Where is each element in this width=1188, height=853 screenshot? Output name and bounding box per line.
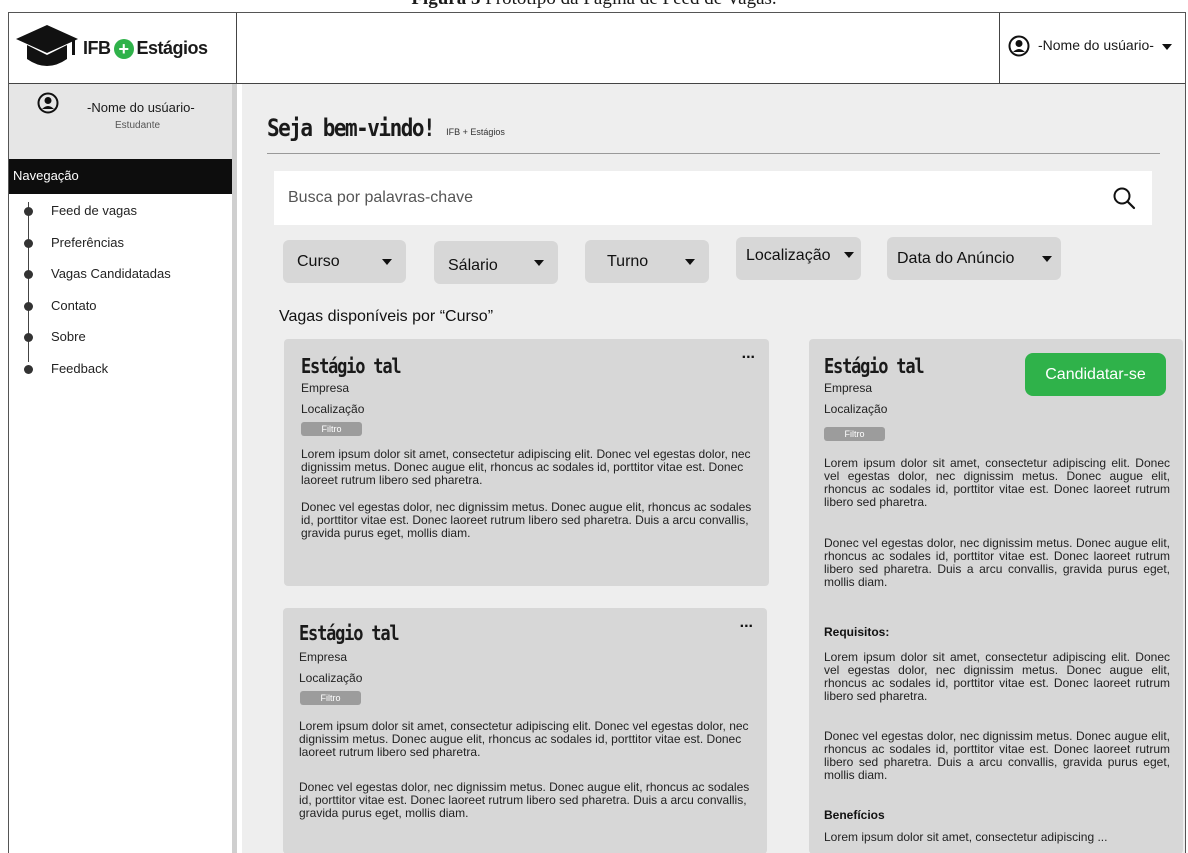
job-description: Donec vel egestas dolor, nec dignissim m… [301,500,752,540]
job-card[interactable]: ... Estágio tal Empresa Localização Filt… [284,339,769,586]
filter-salary[interactable]: Sálario [434,241,558,284]
bullet-dot [24,238,33,248]
chevron-down-icon [534,260,544,266]
divider [267,153,1160,154]
requirements-title: Requisitos: [824,625,890,639]
sidebar-item-label: Feedback [51,360,109,376]
logo[interactable]: IFB + Estágios [9,13,237,83]
job-card[interactable]: ... Estágio tal Empresa Localização Filt… [283,608,767,853]
chevron-down-icon [1042,256,1052,262]
chevron-down-icon [844,252,854,258]
job-title: Estágio tal [824,355,925,379]
sidebar-item-contact[interactable]: Contato [9,296,232,328]
page-subtitle: IFB + Estágios [446,127,505,137]
graduation-cap-icon [16,25,78,66]
requirements-text: Donec vel egestas dolor, nec dignissim m… [824,729,1170,782]
filter-label: Data do Anúncio [897,249,1015,267]
job-title: Estágio tal [301,355,402,379]
sidebar-item-about[interactable]: Sobre [9,327,232,359]
job-company: Empresa [301,381,350,395]
job-detail-card: Estágio tal Candidatar-se Empresa Locali… [809,339,1183,853]
job-location: Localização [824,402,888,416]
bullet-dot [24,207,33,216]
filter-label: Sálario [448,256,498,274]
header-user-name: -Nome do usúario- [1038,37,1154,53]
job-company: Empresa [299,650,348,664]
plus-circle-icon: + [113,38,134,59]
filter-label: Localização [746,246,831,264]
filter-chip: Filtro [301,422,362,436]
more-horizontal-icon[interactable]: ... [740,614,753,632]
list-title: Vagas disponíveis por “Curso” [279,308,494,325]
benefits-title: Benefícios [824,808,885,822]
welcome-header: Seja bem-vindo! IFB + Estágios [267,114,505,142]
logo-estagios: Estágios [136,38,209,58]
top-bar: IFB + Estágios -Nome do usúario- [9,13,1185,84]
job-description: Donec vel egestas dolor, nec dignissim m… [824,536,1170,589]
sidebar-item-label: Preferências [51,234,124,250]
requirements-text: Lorem ipsum dolor sit amet, consectetur … [824,650,1170,703]
filter-shift[interactable]: Turno [585,240,709,283]
logo-ifb: IFB [83,38,111,58]
filter-chip: Filtro [300,691,361,705]
bullet-dot [24,333,33,342]
filter-chip: Filtro [824,427,885,441]
search-icon[interactable] [1112,186,1136,210]
page-title: Seja bem-vindo! [267,114,436,142]
main-content: Seja bem-vindo! IFB + Estágios Curso Sál… [242,84,1185,853]
job-description: Donec vel egestas dolor, nec dignissim m… [299,780,750,820]
bullet-dot [24,301,33,311]
sidebar-item-applied[interactable]: Vagas Candidatadas [9,264,232,296]
job-location: Localização [301,402,365,416]
job-company: Empresa [824,381,873,395]
bullet-dot [24,364,33,374]
search-input[interactable] [288,189,1088,207]
chevron-down-icon [1161,44,1172,50]
filter-date[interactable]: Data do Anúncio [887,237,1061,280]
sidebar-item-feedback[interactable]: Feedback [9,359,232,391]
logo-text: IFB + Estágios [83,38,208,59]
job-title: Estágio tal [299,622,400,646]
caption-label: Figura 5 [411,0,480,9]
sidebar-item-label: Contato [51,297,97,313]
job-description: Lorem ipsum dolor sit amet, consectetur … [301,447,751,487]
bullet-dot [24,270,33,279]
chevron-down-icon [685,259,695,265]
nav-title: Navegação [9,159,232,194]
sidebar-item-label: Vagas Candidatadas [51,266,171,281]
nav-list: Feed de vagas Preferências Vagas Candida… [9,194,232,390]
chevron-down-icon [382,259,392,265]
user-circle-icon [37,92,59,114]
sidebar-user: -Nome do usúario- Estudante [9,84,232,159]
sidebar-item-label: Feed de vagas [51,203,138,218]
sidebar-item-label: Sobre [51,329,86,344]
job-location: Localização [299,671,363,685]
filter-course[interactable]: Curso [283,240,406,283]
figure-caption: Figura 5 Protótipo da Página de Feed de … [0,0,1188,12]
job-description: Lorem ipsum dolor sit amet, consectetur … [824,456,1170,509]
filter-label: Turno [607,252,649,270]
sidebar-item-preferences[interactable]: Preferências [9,233,232,265]
user-menu[interactable]: -Nome do usúario- [999,13,1185,83]
filter-location[interactable]: Localização [736,237,861,280]
sidebar-item-feed[interactable]: Feed de vagas [9,201,232,233]
app-window: IFB + Estágios -Nome do usúario- -Nome d… [8,12,1186,853]
benefits-text: Lorem ipsum dolor sit amet, consectetur … [824,830,1108,844]
filter-label: Curso [297,252,340,270]
search-bar [274,171,1152,225]
job-description: Lorem ipsum dolor sit amet, consectetur … [299,719,749,759]
caption-text: Protótipo da Página de Feed de Vagas. [480,0,776,9]
sidebar-user-role: Estudante [115,120,161,131]
user-circle-icon [1008,35,1030,57]
apply-button[interactable]: Candidatar-se [1025,353,1166,396]
more-horizontal-icon[interactable]: ... [742,345,755,363]
sidebar: -Nome do usúario- Estudante Navegação Fe… [9,84,237,853]
sidebar-user-name: -Nome do usúario- [87,100,195,115]
